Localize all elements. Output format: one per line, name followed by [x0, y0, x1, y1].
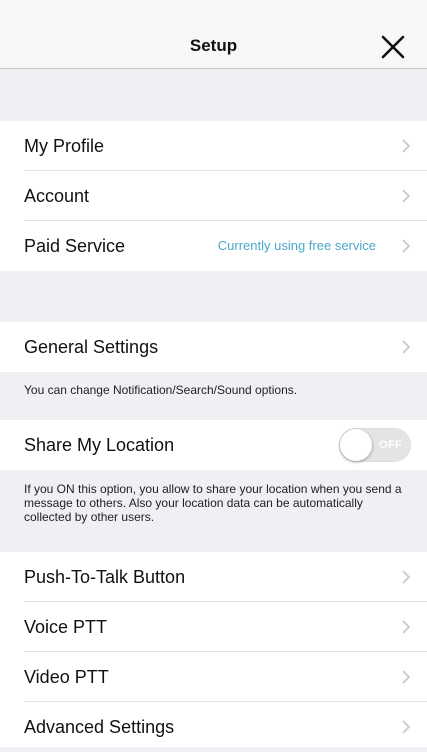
section-spacer: [0, 271, 427, 322]
video-ptt-row[interactable]: Video PTT: [0, 652, 427, 702]
advanced-settings-row[interactable]: Advanced Settings: [0, 702, 427, 747]
toggle-knob: [340, 429, 372, 461]
voice-ptt-label: Voice PTT: [24, 617, 108, 637]
account-row[interactable]: Account: [0, 171, 427, 221]
toggle-state-label: OFF: [379, 439, 402, 451]
chevron-right-icon: [402, 239, 411, 253]
chevron-right-icon: [402, 139, 411, 153]
share-location-description: If you ON this option, you allow to shar…: [0, 470, 427, 552]
my-profile-row[interactable]: My Profile: [0, 121, 427, 171]
chevron-right-icon: [402, 189, 411, 203]
push-to-talk-button-label: Push-To-Talk Button: [24, 567, 186, 587]
general-settings-row[interactable]: General Settings: [0, 322, 427, 372]
paid-service-row[interactable]: Paid Service Currently using free servic…: [0, 221, 427, 271]
chevron-right-icon: [402, 340, 411, 354]
push-to-talk-button-row[interactable]: Push-To-Talk Button: [0, 552, 427, 602]
voice-ptt-row[interactable]: Voice PTT: [0, 602, 427, 652]
chevron-right-icon: [402, 670, 411, 684]
advanced-settings-label: Advanced Settings: [24, 717, 175, 737]
chevron-right-icon: [402, 720, 411, 734]
chevron-right-icon: [402, 620, 411, 634]
page-title: Setup: [189, 36, 238, 55]
close-icon: [381, 35, 405, 59]
paid-service-label: Paid Service: [24, 236, 126, 256]
navigation-bar: Setup: [0, 0, 427, 69]
account-label: Account: [24, 186, 90, 206]
share-location-toggle[interactable]: OFF: [339, 428, 411, 462]
section-spacer: [0, 70, 427, 121]
share-location-row: Share My Location OFF: [0, 420, 427, 470]
general-settings-description: You can change Notification/Search/Sound…: [0, 372, 427, 420]
my-profile-label: My Profile: [24, 136, 105, 156]
chevron-right-icon: [402, 570, 411, 584]
video-ptt-label: Video PTT: [24, 667, 109, 687]
close-button[interactable]: [378, 32, 408, 62]
share-location-label: Share My Location: [24, 435, 175, 455]
general-settings-label: General Settings: [24, 337, 159, 357]
paid-service-status: Currently using free service: [217, 238, 376, 253]
